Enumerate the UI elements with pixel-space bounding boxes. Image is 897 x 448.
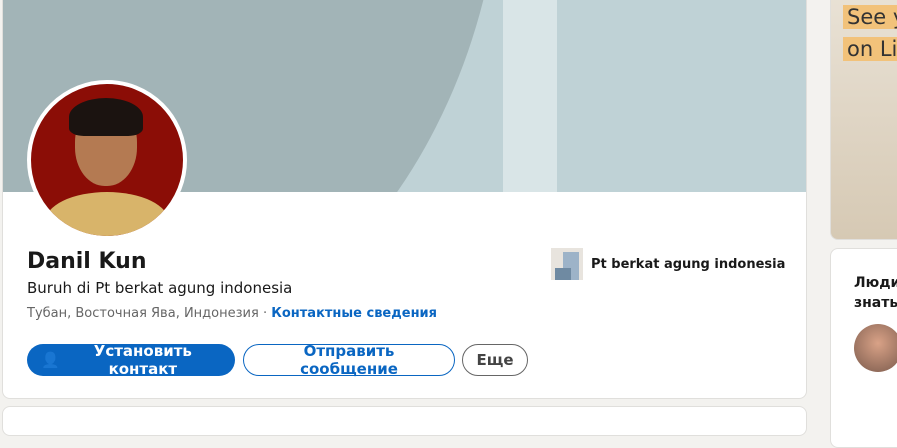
avatar[interactable] xyxy=(27,80,187,240)
profile-name: Danil Kun xyxy=(27,249,147,274)
company-name: Pt berkat agung indonesia xyxy=(591,256,786,272)
ad-banner[interactable]: See y on Li xyxy=(830,0,897,240)
profile-location: Тубан, Восточная Ява, Индонезия xyxy=(27,306,259,321)
avatar-shirt xyxy=(45,192,169,236)
company-logo xyxy=(551,248,583,280)
banner-strip xyxy=(503,0,557,192)
contact-info-link[interactable]: Контактные сведения xyxy=(271,306,437,321)
people-you-may-know-card: Люди знать xyxy=(830,248,897,448)
ad-text-1: See y xyxy=(843,5,897,29)
ad-text-2: on Li xyxy=(843,37,897,61)
profile-card: Danil Kun Buruh di Pt berkat agung indon… xyxy=(2,0,807,399)
pymk-title-2: знать xyxy=(854,295,897,311)
profile-location-line: Тубан, Восточная Ява, Индонезия · Контак… xyxy=(27,306,437,321)
add-person-icon: 👤 xyxy=(41,351,60,369)
connect-button[interactable]: 👤 Установить контакт xyxy=(27,342,235,378)
avatar-hair xyxy=(69,98,143,136)
message-button[interactable]: Отправить сообщение xyxy=(243,342,455,378)
next-section-card xyxy=(2,406,807,436)
more-button[interactable]: Еще xyxy=(462,344,528,376)
separator: · xyxy=(258,306,272,321)
suggested-person-avatar[interactable] xyxy=(854,324,897,372)
current-company[interactable]: Pt berkat agung indonesia xyxy=(551,248,785,280)
connect-label: Установить контакт xyxy=(93,342,192,378)
profile-headline: Buruh di Pt berkat agung indonesia xyxy=(27,279,293,297)
pymk-title: Люди знать xyxy=(854,273,897,313)
pymk-title-1: Люди xyxy=(854,275,897,291)
